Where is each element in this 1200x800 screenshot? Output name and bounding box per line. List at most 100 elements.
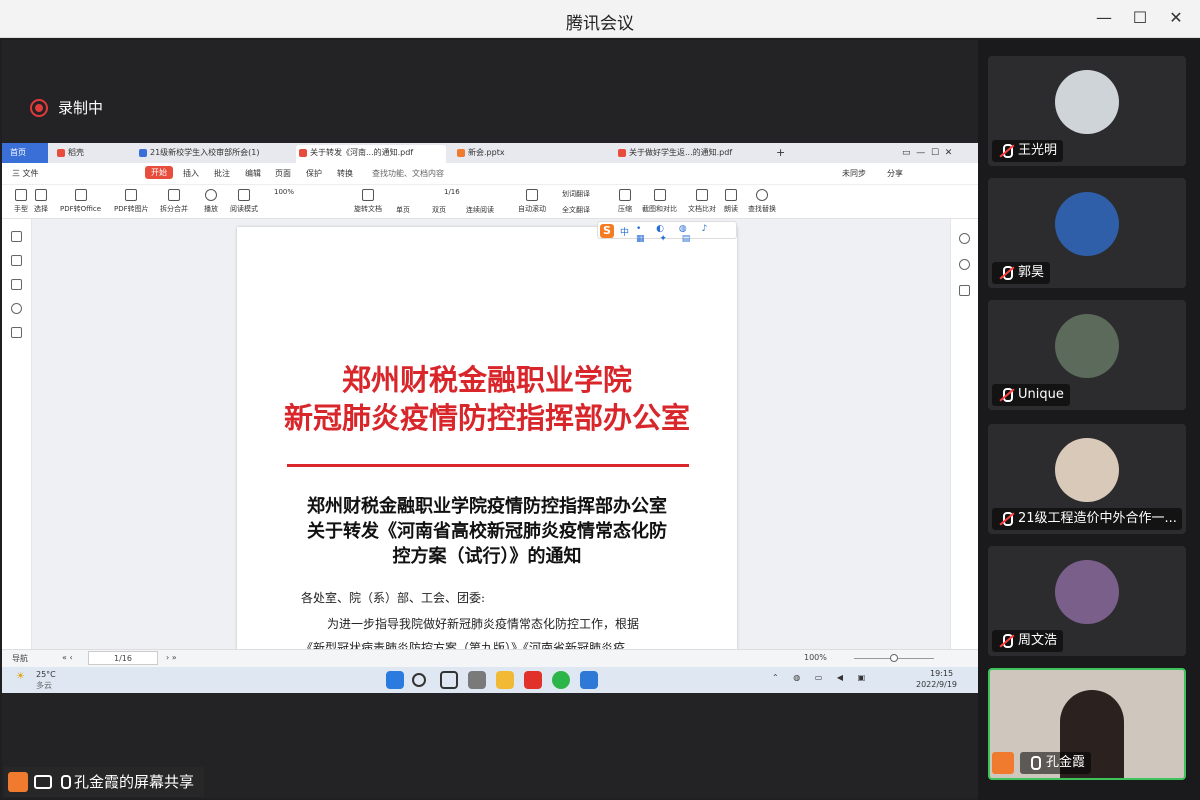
tab-pdf-2[interactable]: 关于做好学生返...的通知.pdf (615, 145, 765, 163)
tab-home[interactable]: 首页 (2, 143, 48, 163)
zoom-icon[interactable] (959, 233, 970, 244)
participant-name-bar: 周文浩 (992, 630, 1064, 652)
menu-protect[interactable]: 保护 (306, 168, 322, 179)
user-avatar-icon (992, 752, 1014, 774)
maximize-button[interactable]: ☐ (1130, 8, 1150, 28)
compress-button[interactable]: 压缩 (618, 189, 632, 214)
continuous-read-button[interactable]: 连续阅读 (466, 205, 494, 215)
full-translate-button[interactable]: 全文翻译 (562, 205, 590, 215)
ime-toolbar[interactable]: S 中 • ◐ ◍ ♪ ▦ ✦ ▤ (597, 221, 737, 244)
participant-tile[interactable]: 21级工程造价中外合作一... (988, 424, 1186, 534)
menu-convert[interactable]: 转换 (337, 168, 353, 179)
menu-start[interactable]: 开始 (145, 166, 173, 179)
menu-page[interactable]: 页面 (275, 168, 291, 179)
mic-muted-icon (998, 633, 1014, 649)
search-field[interactable]: 查找功能、文档内容 (372, 168, 444, 179)
nav-toggle[interactable]: 导航 (12, 653, 28, 664)
participant-tile[interactable]: 王光明 (988, 56, 1186, 166)
find-replace-button[interactable]: 查找替换 (748, 189, 776, 214)
zoom-level[interactable]: 100% (274, 188, 294, 196)
bookmark-icon[interactable] (11, 231, 22, 242)
window-title: 腾讯会议 (566, 14, 634, 34)
meeting-window: 腾讯会议 — ☐ ✕ 录制中 首页 稻壳 21级新校学生入校审部所会(1) 关于… (0, 0, 1200, 800)
avatar (1055, 192, 1119, 256)
file-explorer-icon[interactable] (496, 671, 514, 689)
menu-insert[interactable]: 插入 (183, 168, 199, 179)
participant-tile[interactable]: 周文浩 (988, 546, 1186, 656)
participant-panel: 王光明 郭昊 Unique 21级工程造价中外合作一... 周文浩 孔金霞 (978, 40, 1200, 800)
compare-icon (696, 189, 708, 201)
doc-heading-1: 郑州财税金融职业学院疫情防控指挥部办公室 (307, 496, 667, 517)
screen-icon (34, 775, 52, 789)
help-icon[interactable] (959, 259, 970, 270)
participant-tile[interactable]: 郭昊 (988, 178, 1186, 288)
sync-status[interactable]: 未同步 (842, 168, 866, 179)
window-controls-inner[interactable]: ▭ — ☐ ✕ (902, 145, 972, 163)
recording-indicator[interactable]: 录制中 (30, 97, 103, 118)
play-icon (205, 189, 217, 201)
comment-icon[interactable] (11, 279, 22, 290)
zoom-status[interactable]: 100% (804, 653, 827, 662)
word-translate-button[interactable]: 划词翻译 (562, 189, 590, 199)
screen-share-bar[interactable]: 孔金霞的屏幕共享 (4, 767, 205, 797)
search-icon[interactable] (412, 673, 426, 687)
scroll-icon (526, 189, 538, 201)
tray-icons[interactable]: ⌃ ◍ ▭ ◀ ▣ (772, 673, 871, 682)
avatar (1055, 314, 1119, 378)
doc-compare-button[interactable]: 文档比对 (688, 189, 716, 214)
wechat-icon[interactable] (552, 671, 570, 689)
settings-icon[interactable] (959, 285, 970, 296)
windows-start-icon[interactable] (386, 671, 404, 689)
hand-icon (15, 189, 27, 201)
thumbnail-icon[interactable] (11, 255, 22, 266)
tab-daoke[interactable]: 稻壳 (54, 145, 134, 163)
hand-tool[interactable]: 手型 (14, 189, 28, 214)
minimize-button[interactable]: — (1094, 8, 1114, 28)
screenshot-compare-button[interactable]: 截图和对比 (642, 189, 677, 214)
reading-mode-button[interactable]: 阅读模式 (230, 189, 258, 214)
menu-edit[interactable]: 编辑 (245, 168, 261, 179)
new-tab-button[interactable]: + (774, 145, 790, 163)
prev-page-icons[interactable]: « ‹ (62, 653, 73, 662)
close-button[interactable]: ✕ (1166, 8, 1186, 28)
search-icon (756, 189, 768, 201)
participant-tile-active[interactable]: 孔金霞 (988, 668, 1186, 780)
share-doc-button[interactable]: 分享 (887, 168, 903, 179)
calculator-icon[interactable] (468, 671, 486, 689)
rotate-button[interactable]: 旋转文档 (354, 189, 382, 214)
participant-name-bar: 王光明 (992, 140, 1064, 162)
org-name-line2: 新冠肺炎疫情防控指挥部办公室 (283, 401, 690, 435)
double-page-button[interactable]: 双页 (432, 205, 446, 215)
pdf-tab-bar: 首页 稻壳 21级新校学生入校审部所会(1) 关于转发《河南...的通知.pdf… (2, 143, 978, 163)
wps-icon[interactable] (524, 671, 542, 689)
book-icon (238, 189, 250, 201)
page-indicator-top[interactable]: 1/16 (444, 188, 460, 196)
task-view-icon[interactable] (440, 671, 458, 689)
split-merge-button[interactable]: 拆分合并 (160, 189, 188, 214)
recording-label: 录制中 (58, 99, 104, 117)
auto-scroll-button[interactable]: 自动滚动 (518, 189, 546, 214)
mic-icon (56, 774, 72, 790)
menu-annotate[interactable]: 批注 (214, 168, 230, 179)
menu-file[interactable]: 三 文件 (12, 168, 39, 179)
pdf-icon (618, 149, 626, 157)
left-sidebar (2, 219, 32, 649)
tab-pptx[interactable]: 新会.pptx (454, 145, 604, 163)
attachment-icon[interactable] (11, 303, 22, 314)
participant-tile[interactable]: Unique (988, 300, 1186, 410)
pdf-to-image-button[interactable]: PDF转图片 (114, 189, 149, 214)
pdf-to-office-button[interactable]: PDF转Office (60, 189, 101, 214)
zoom-slider-handle[interactable] (890, 654, 898, 662)
select-tool[interactable]: 选择 (34, 189, 48, 214)
tab-doc[interactable]: 21级新校学生入校审部所会(1) (136, 145, 292, 163)
stamp-icon[interactable] (11, 327, 22, 338)
page-number-input[interactable]: 1/16 (88, 651, 158, 665)
play-button[interactable]: 播放 (204, 189, 218, 214)
participant-name-bar: Unique (992, 384, 1070, 406)
windows-taskbar: ☀ 25°C 多云 ⌃ ◍ ▭ ◀ ▣ 19:15 2022/9/19 (2, 667, 978, 693)
tencent-meeting-icon[interactable] (580, 671, 598, 689)
single-page-button[interactable]: 单页 (396, 205, 410, 215)
next-page-icons[interactable]: › » (166, 653, 177, 662)
tab-pdf-active[interactable]: 关于转发《河南...的通知.pdf (296, 145, 446, 163)
read-aloud-button[interactable]: 朗读 (724, 189, 738, 214)
